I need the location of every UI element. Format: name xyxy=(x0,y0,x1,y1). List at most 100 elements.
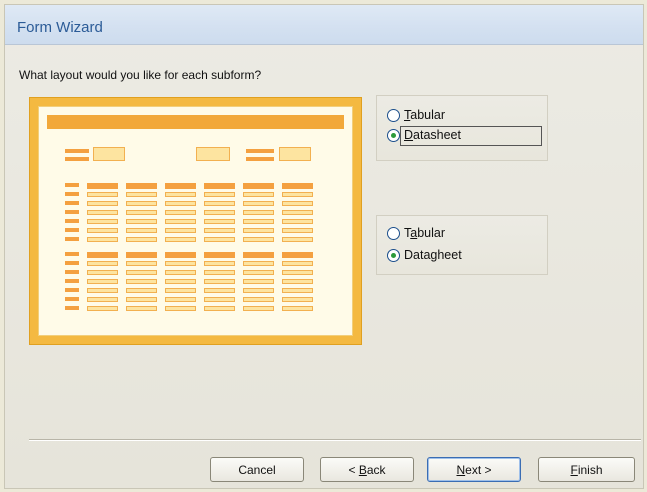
preview-cell xyxy=(126,297,157,302)
preview-row-selector xyxy=(65,261,79,265)
preview-cell xyxy=(204,192,235,197)
option-label: Tabular xyxy=(404,108,445,122)
subform1-datasheet-radio[interactable] xyxy=(387,128,400,142)
preview-column-header xyxy=(87,252,118,258)
title-bar: Form Wizard xyxy=(5,5,643,45)
preview-cell xyxy=(243,192,274,197)
preview-row-selector xyxy=(65,210,79,214)
preview-field xyxy=(196,147,230,161)
preview-cell xyxy=(126,192,157,197)
finish-button[interactable]: Finish xyxy=(538,457,635,482)
back-button[interactable]: < Back xyxy=(320,457,414,482)
preview-cell xyxy=(165,228,196,233)
preview-cell xyxy=(165,201,196,206)
preview-cell xyxy=(87,237,118,242)
preview-cell xyxy=(126,306,157,311)
preview-canvas xyxy=(38,106,353,336)
finish-button-label: Finish xyxy=(570,462,603,477)
preview-column-header xyxy=(282,252,313,258)
subform2-layout-group: Tabular Datagheet xyxy=(376,215,548,275)
preview-cell xyxy=(165,288,196,293)
form-wizard-dialog: Form Wizard What layout would you like f… xyxy=(4,4,644,489)
layout-preview xyxy=(29,97,362,345)
preview-cell xyxy=(165,279,196,284)
back-button-label: < Back xyxy=(348,462,386,477)
preview-row-selector xyxy=(65,237,79,241)
preview-label xyxy=(246,157,274,161)
preview-cell xyxy=(282,210,313,215)
subform2-tabular-radio[interactable] xyxy=(387,226,400,240)
preview-cell xyxy=(87,210,118,215)
preview-cell xyxy=(282,306,313,311)
preview-cell xyxy=(204,306,235,311)
preview-cell xyxy=(126,279,157,284)
preview-cell xyxy=(126,228,157,233)
preview-cell xyxy=(243,297,274,302)
preview-cell xyxy=(243,270,274,275)
preview-label xyxy=(65,149,89,153)
preview-cell xyxy=(87,261,118,266)
preview-cell xyxy=(204,219,235,224)
subform1-tabular-option[interactable]: Tabular xyxy=(387,106,445,124)
preview-label xyxy=(65,157,89,161)
subform1-tabular-radio[interactable] xyxy=(387,108,400,122)
preview-label xyxy=(246,149,274,153)
cancel-button[interactable]: Cancel xyxy=(210,457,304,482)
subform2-datasheet-option[interactable]: Datagheet xyxy=(387,246,462,264)
preview-cell xyxy=(87,270,118,275)
preview-cell xyxy=(282,297,313,302)
preview-field xyxy=(93,147,125,161)
preview-cell xyxy=(87,306,118,311)
preview-column-header xyxy=(87,183,118,189)
window-title: Form Wizard xyxy=(17,19,103,36)
subform2-tabular-option[interactable]: Tabular xyxy=(387,224,445,242)
preview-cell xyxy=(282,261,313,266)
preview-row-selector xyxy=(65,192,79,196)
preview-cell xyxy=(282,192,313,197)
preview-cell xyxy=(87,192,118,197)
preview-column-header xyxy=(204,183,235,189)
preview-column-header xyxy=(282,183,313,189)
subform1-datasheet-option[interactable]: Datasheet xyxy=(387,126,461,144)
preview-cell xyxy=(126,210,157,215)
preview-cell xyxy=(165,237,196,242)
preview-cell xyxy=(87,228,118,233)
preview-cell xyxy=(87,297,118,302)
preview-cell xyxy=(87,201,118,206)
preview-column-header xyxy=(165,252,196,258)
preview-cell xyxy=(87,219,118,224)
preview-cell xyxy=(204,270,235,275)
preview-cell xyxy=(204,210,235,215)
preview-cell xyxy=(87,288,118,293)
subform1-layout-group: Tabular Datasheet xyxy=(376,95,548,161)
preview-cell xyxy=(243,237,274,242)
preview-cell xyxy=(87,279,118,284)
option-label: Datasheet xyxy=(404,128,461,142)
preview-cell xyxy=(204,237,235,242)
preview-cell xyxy=(126,288,157,293)
preview-cell xyxy=(282,270,313,275)
preview-header-bar xyxy=(47,115,344,129)
preview-cell xyxy=(165,297,196,302)
preview-row-selector xyxy=(65,270,79,274)
preview-row-selector xyxy=(65,252,79,256)
subform2-datasheet-radio[interactable] xyxy=(387,248,400,262)
preview-cell xyxy=(243,219,274,224)
next-button[interactable]: Next > xyxy=(427,457,521,482)
preview-cell xyxy=(165,210,196,215)
preview-cell xyxy=(282,228,313,233)
next-button-label: Next > xyxy=(456,462,492,477)
preview-cell xyxy=(204,261,235,266)
preview-column-header xyxy=(243,252,274,258)
preview-cell xyxy=(204,297,235,302)
preview-cell xyxy=(243,261,274,266)
preview-row-selector xyxy=(65,306,79,310)
cancel-button-label: Cancel xyxy=(238,462,276,477)
preview-cell xyxy=(204,228,235,233)
preview-field xyxy=(279,147,311,161)
layout-question: What layout would you like for each subf… xyxy=(19,68,262,82)
preview-cell xyxy=(204,288,235,293)
preview-cell xyxy=(204,201,235,206)
preview-row-selector xyxy=(65,201,79,205)
preview-cell xyxy=(282,288,313,293)
